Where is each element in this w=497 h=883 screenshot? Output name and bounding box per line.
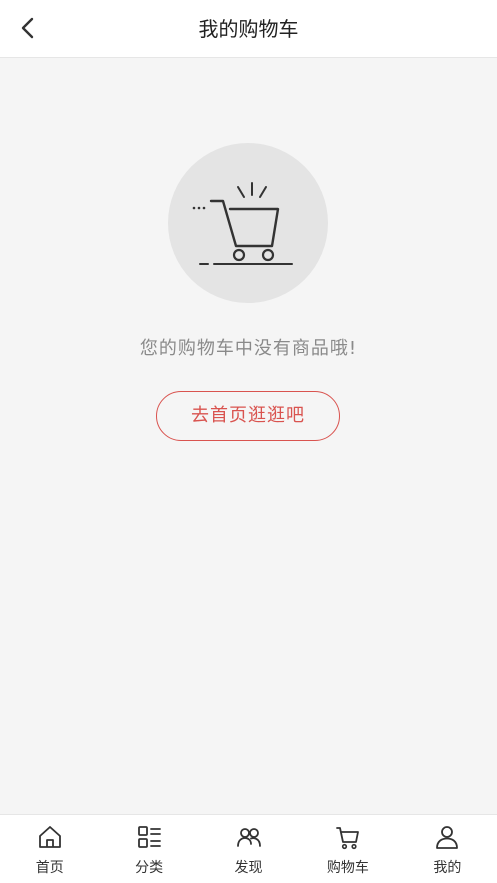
tab-label: 分类 (135, 860, 164, 876)
empty-cart-message: 您的购物车中没有商品哦! (139, 338, 358, 359)
tab-label: 首页 (35, 860, 64, 876)
tab-cart[interactable]: 购物车 (298, 815, 397, 883)
category-icon (138, 826, 162, 848)
bottom-tab-bar: 首页 分类 发现 购物车 我的 (0, 814, 497, 883)
discover-icon (236, 828, 261, 847)
tab-category[interactable]: 分类 (99, 815, 198, 883)
tab-label: 购物车 (326, 860, 369, 876)
go-home-button[interactable]: 去首页逛逛吧 (156, 391, 340, 441)
cart-icon (336, 827, 359, 850)
tab-label: 发现 (234, 860, 263, 876)
empty-cart-illustration (168, 143, 328, 303)
page-title: 我的购物车 (198, 17, 299, 41)
empty-cart-view: 您的购物车中没有商品哦! 去首页逛逛吧 (0, 58, 497, 814)
home-icon (38, 826, 61, 848)
top-bar: 我的购物车 (0, 0, 497, 58)
tab-home[interactable]: 首页 (0, 815, 99, 883)
profile-icon (436, 826, 459, 849)
tab-profile[interactable]: 我的 (398, 815, 497, 883)
tab-discover[interactable]: 发现 (199, 815, 298, 883)
tab-label: 我的 (433, 860, 462, 876)
empty-cart-icon (192, 182, 293, 265)
